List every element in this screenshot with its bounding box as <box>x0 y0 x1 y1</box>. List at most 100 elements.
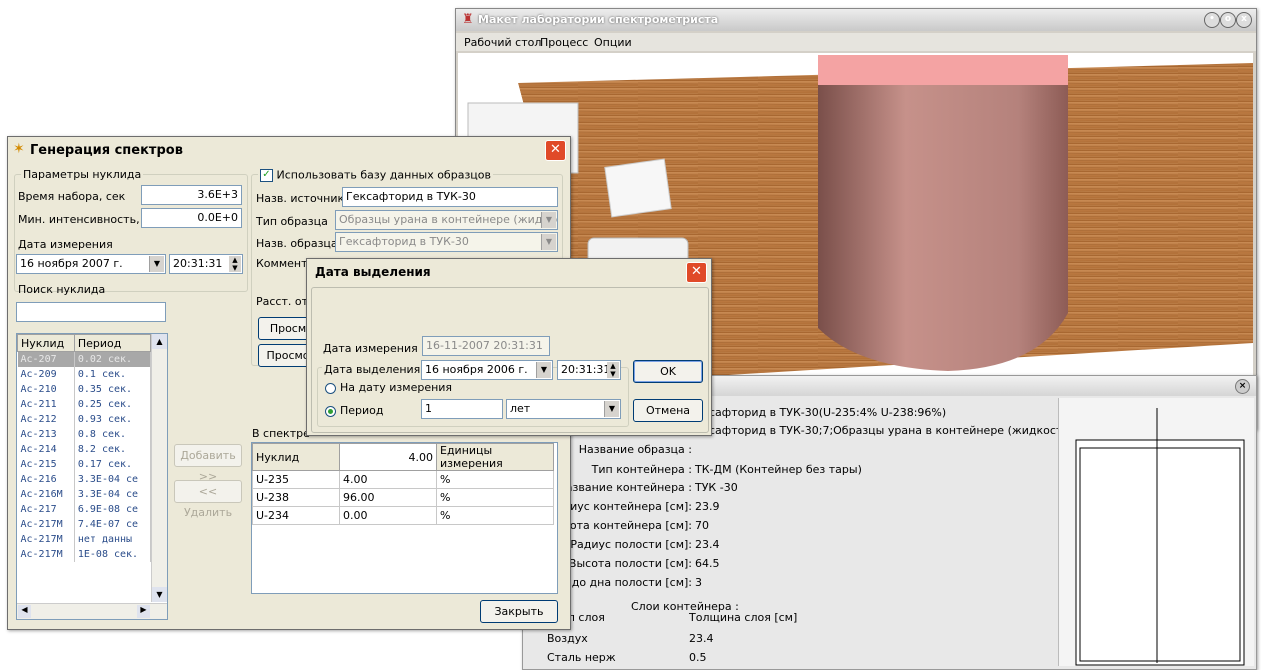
nuclide-vscrollbar[interactable]: ▲ ▼ <box>151 334 167 602</box>
nuclide-row[interactable]: Ac-216 3.3E-04 се <box>17 472 152 487</box>
use-db-label: Использовать базу данных образцов <box>276 168 492 182</box>
sel-date-legend: Дата выделения <box>322 363 423 376</box>
lab-title: Макет лаборатории спектрометриста <box>478 13 719 26</box>
spec-col-nuclide[interactable]: Нуклид <box>252 443 340 471</box>
gen-close-icon[interactable]: ✕ <box>545 140 566 161</box>
meas-time-spinner[interactable]: 20:31:31 ▲ ▼ <box>169 254 243 274</box>
nuclide-row[interactable]: Ac-212 0.93 сек. <box>17 412 152 427</box>
close-button[interactable]: Закрыть <box>480 600 558 623</box>
col-nuclide[interactable]: Нуклид <box>17 334 75 352</box>
period-value-field[interactable]: 1 <box>421 399 503 419</box>
nuclide-period: 0.17 сек. <box>74 457 152 472</box>
col-period[interactable]: Период <box>73 334 152 352</box>
gen-titlebar: ✶ Генерация спектров ✕ <box>8 137 570 163</box>
sample-type-label: Тип образца <box>256 215 328 228</box>
nuclide-row[interactable]: Ac-207 0.02 сек. <box>17 351 152 367</box>
chevron-down-icon[interactable]: ▼ <box>541 234 556 250</box>
nuclide-row[interactable]: Ac-211 0.25 сек. <box>17 397 152 412</box>
chevron-down-icon[interactable]: ▼ <box>541 212 556 228</box>
radio-off-icon[interactable] <box>325 382 336 394</box>
nuclide-row[interactable]: Ac-214 8.2 сек. <box>17 442 152 457</box>
sample-name-value: Гексафторид в ТУК-30 <box>339 235 469 248</box>
add-button[interactable]: Добавить >> <box>174 444 242 483</box>
prop-container-name-value: ТУК -30 <box>695 481 738 494</box>
min-int-label: Мин. интенсивность, % <box>18 213 154 226</box>
info-close-icon[interactable]: × <box>1235 379 1250 394</box>
spec-col-units[interactable]: Единицы измерения <box>436 443 554 471</box>
spectrum-units: % <box>436 470 554 489</box>
nuclide-hscrollbar[interactable]: ◀ ▶ <box>17 603 167 619</box>
nuclide-row[interactable]: Ac-213 0.8 сек. <box>17 427 152 442</box>
dialog-close-icon[interactable]: ✕ <box>686 262 707 283</box>
nuclide-list[interactable]: Нуклид Период Ac-207 0.02 сек. Ac-209 0.1 с… <box>16 333 168 620</box>
ok-button[interactable]: OK <box>633 360 703 383</box>
spec-col-amount[interactable]: 4.00 <box>339 443 437 471</box>
checkbox-checked-icon[interactable]: ✓ <box>260 168 273 182</box>
nuclide-name: Ac-214 <box>17 442 75 457</box>
nuclide-row[interactable]: Ac-210 0.35 сек. <box>17 382 152 397</box>
nuclide-row[interactable]: Ac-217 6.9E-08 се <box>17 502 152 517</box>
use-db-checkbox[interactable]: ✓ Использовать базу данных образцов <box>258 168 493 182</box>
meas-date-label: Дата измерения <box>18 238 113 251</box>
prop-radius-value: 23.9 <box>695 500 720 513</box>
scroll-down-icon[interactable]: ▼ <box>152 587 167 602</box>
chevron-down-icon[interactable]: ▼ <box>536 362 551 378</box>
chevron-down-icon[interactable]: ▼ <box>149 256 164 272</box>
remove-button[interactable]: << Удалить <box>174 480 242 519</box>
nuclide-row[interactable]: Ac-217M нет данны <box>17 532 152 547</box>
nuclide-name: Ac-216M <box>17 487 75 502</box>
menu-options[interactable]: Опции <box>594 36 632 49</box>
radio-period[interactable]: Период <box>325 404 384 417</box>
scroll-up-icon[interactable]: ▲ <box>152 334 167 349</box>
dialog-meas-date-field: 16-11-2007 20:31:31 <box>422 336 550 356</box>
scroll-left-icon[interactable]: ◀ <box>18 605 31 618</box>
radio-meas-date[interactable]: На дату измерения <box>325 381 452 394</box>
nuclide-row[interactable]: Ac-217M 7.4E-07 се <box>17 517 152 532</box>
nuclide-row[interactable]: Ac-216M 3.3E-04 се <box>17 487 152 502</box>
spectrum-row[interactable]: U-234 0.00% <box>252 506 554 525</box>
spinner-arrows-icon[interactable]: ▲ ▼ <box>229 256 241 272</box>
spectrum-nuclide: U-235 <box>252 470 340 489</box>
layer-name-1: Воздух <box>547 632 588 645</box>
close-icon[interactable]: x <box>1236 12 1252 28</box>
spectrum-units: % <box>436 488 554 507</box>
radio-on-icon[interactable] <box>325 405 336 417</box>
minimize-icon[interactable]: • <box>1204 12 1220 28</box>
nuclide-period: 0.1 сек. <box>74 367 152 382</box>
nuclide-period: 0.8 сек. <box>74 427 152 442</box>
meas-date-picker[interactable]: 16 ноября 2007 г. ▼ <box>16 254 166 274</box>
spectrum-amount: 0.00 <box>339 506 437 525</box>
spectrum-row[interactable]: U-238 96.00% <box>252 488 554 507</box>
menu-process[interactable]: Процесс <box>540 36 588 49</box>
cancel-button[interactable]: Отмена <box>633 399 703 422</box>
chevron-down-icon[interactable]: ▼ <box>604 401 619 417</box>
nuclide-row[interactable]: Ac-209 0.1 сек. <box>17 367 152 382</box>
lab-menubar: Рабочий стол Процесс Опции <box>456 33 1256 51</box>
container-schematic <box>1058 398 1254 666</box>
sample-name-select[interactable]: Гексафторид в ТУК-30 ▼ <box>335 232 558 252</box>
gen-app-icon: ✶ <box>13 141 25 157</box>
prop-height-label: ысота контейнера [см]: <box>555 519 692 532</box>
min-int-field[interactable]: 0.0E+0 <box>141 208 242 228</box>
source-name-field[interactable]: Гексафторид в ТУК-30 <box>342 187 558 207</box>
nuclide-period: 0.25 сек. <box>74 397 152 412</box>
spinner-arrows-icon[interactable]: ▲ ▼ <box>607 362 619 378</box>
info-line-1: сафторид в ТУК-30(U-235:4% U-238:96%) <box>709 406 947 419</box>
nuclide-row[interactable]: Ac-215 0.17 сек. <box>17 457 152 472</box>
spectrum-row[interactable]: U-235 4.00% <box>252 470 554 489</box>
prop-container-type-value: ТК-ДМ (Контейнер без тары) <box>695 463 862 476</box>
nuclide-row[interactable]: Ac-217M 1E-08 сек. <box>17 547 152 562</box>
sel-date-picker[interactable]: 16 ноября 2006 г. ▼ <box>421 360 553 380</box>
nuclide-table-header: Нуклид Период <box>17 334 152 352</box>
search-input[interactable] <box>16 302 166 322</box>
period-unit-select[interactable]: лет ▼ <box>506 399 621 419</box>
spectrum-table-container[interactable]: Нуклид 4.00 Единицы измерения U-235 4.00%… <box>251 442 558 594</box>
nuclide-name: Ac-217M <box>17 547 75 562</box>
sel-time-spinner[interactable]: 20:31:31 ▲ ▼ <box>557 360 621 380</box>
acq-time-field[interactable]: 3.6E+3 <box>141 185 242 205</box>
sample-type-select[interactable]: Образцы урана в контейнере (жидкость/г ▼ <box>335 210 558 230</box>
maximize-icon[interactable]: o <box>1220 12 1236 28</box>
menu-desktop[interactable]: Рабочий стол <box>464 36 541 49</box>
scroll-right-icon[interactable]: ▶ <box>137 605 150 618</box>
gen-title: Генерация спектров <box>30 143 183 158</box>
